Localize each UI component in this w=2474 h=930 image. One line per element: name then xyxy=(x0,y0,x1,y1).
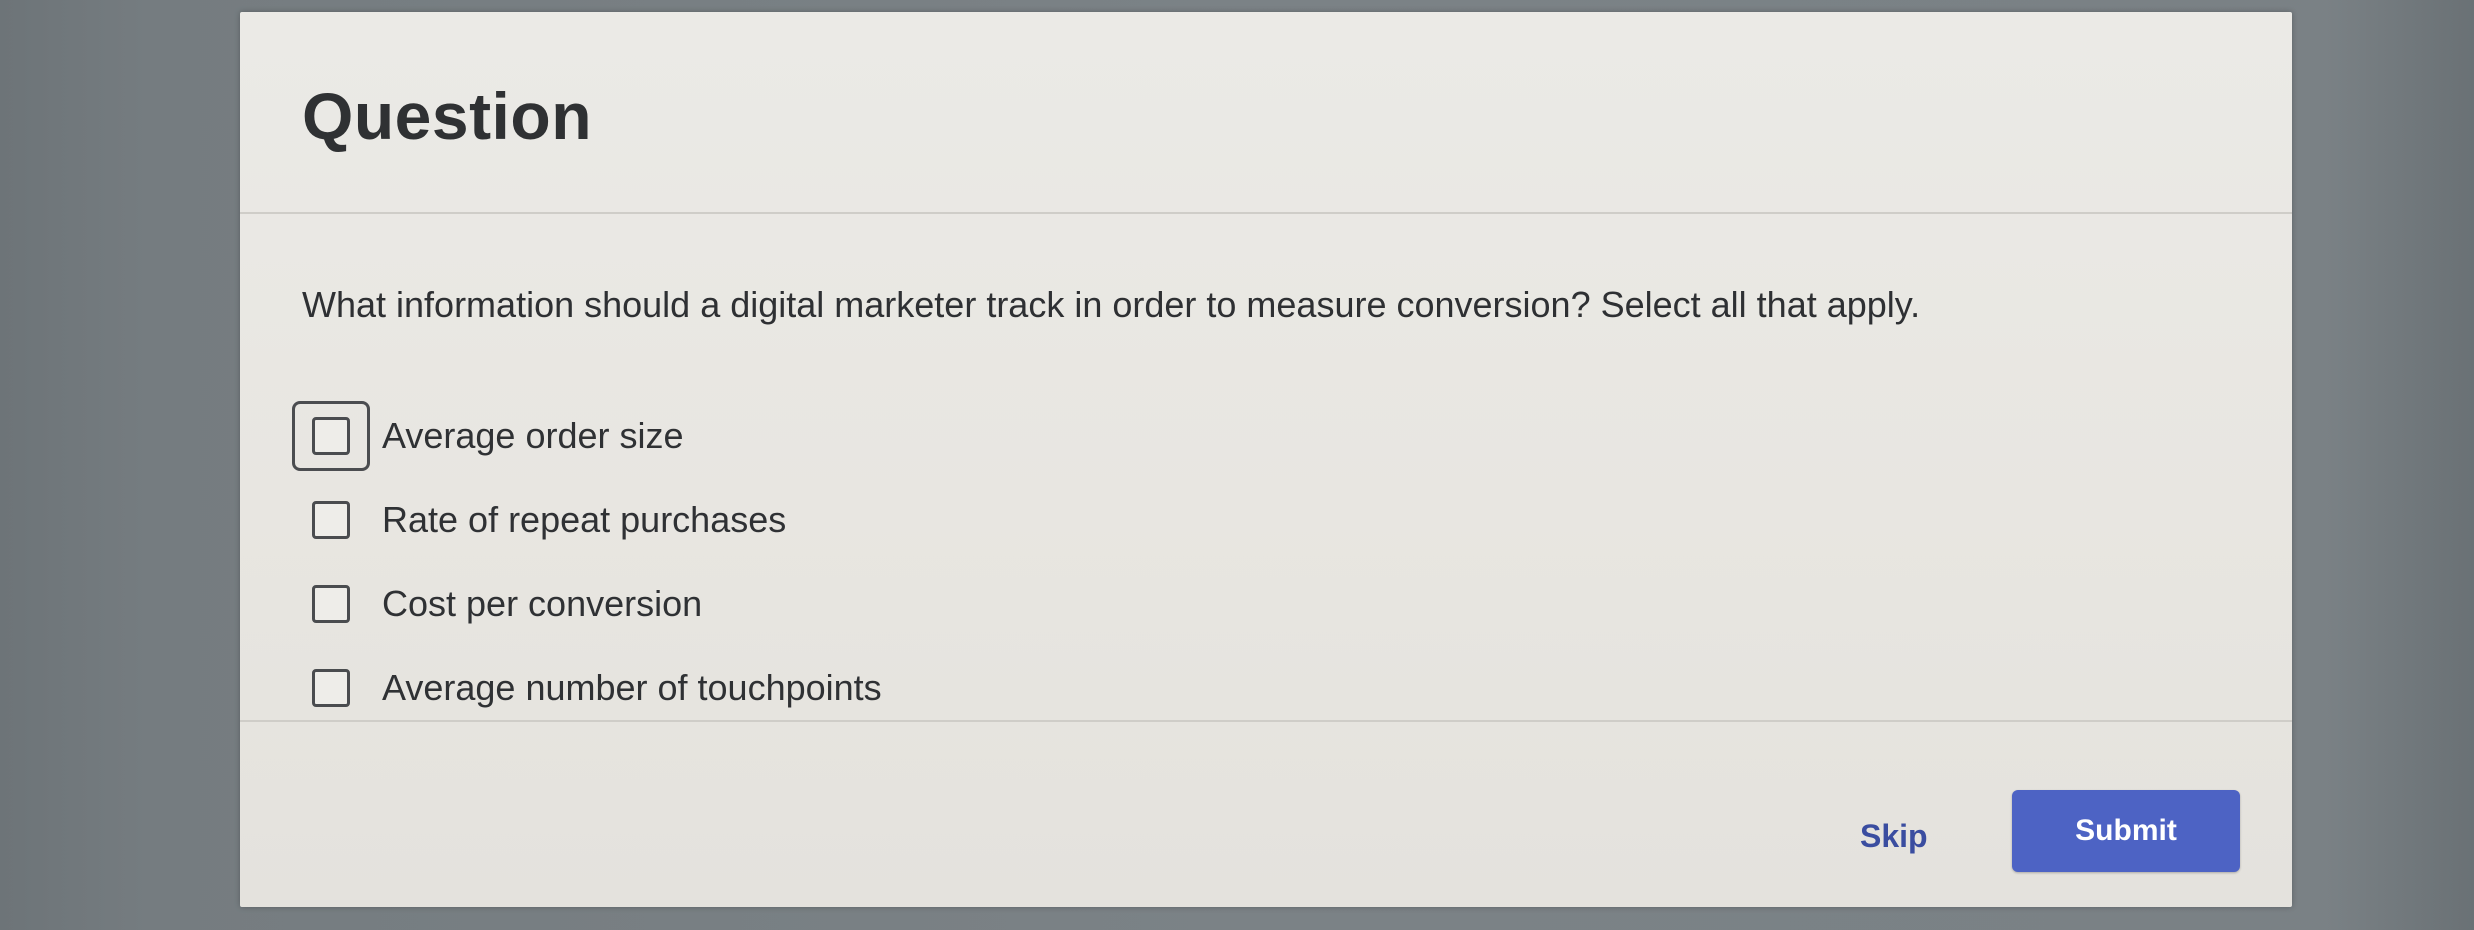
option-rate-of-repeat-purchases[interactable]: Rate of repeat purchases xyxy=(292,478,1792,562)
checkbox-wrapper xyxy=(292,653,370,723)
option-label: Average order size xyxy=(382,415,684,456)
option-average-number-of-touchpoints[interactable]: Average number of touchpoints xyxy=(292,646,1792,730)
question-prompt: What information should a digital market… xyxy=(302,284,1921,325)
option-average-order-size[interactable]: Average order size xyxy=(292,394,1792,478)
skip-button[interactable]: Skip xyxy=(1860,818,1928,855)
submit-button[interactable]: Submit xyxy=(2012,790,2240,872)
page-title: Question xyxy=(302,79,593,153)
checkbox-average-order-size[interactable] xyxy=(312,417,350,455)
options-list: Average order size Rate of repeat purcha… xyxy=(292,394,1792,730)
option-cost-per-conversion[interactable]: Cost per conversion xyxy=(292,562,1792,646)
checkbox-rate-of-repeat-purchases[interactable] xyxy=(312,501,350,539)
card-header: Question xyxy=(240,12,2292,214)
focus-ring xyxy=(292,401,370,471)
card-footer: Skip Submit xyxy=(240,720,2292,907)
checkbox-wrapper xyxy=(292,485,370,555)
option-label: Cost per conversion xyxy=(382,583,703,624)
checkbox-average-number-of-touchpoints[interactable] xyxy=(312,669,350,707)
question-card: Question What information should a digit… xyxy=(240,12,2292,907)
checkbox-cost-per-conversion[interactable] xyxy=(312,585,350,623)
checkbox-wrapper xyxy=(292,569,370,639)
option-label: Rate of repeat purchases xyxy=(382,499,787,540)
option-label: Average number of touchpoints xyxy=(382,667,882,708)
